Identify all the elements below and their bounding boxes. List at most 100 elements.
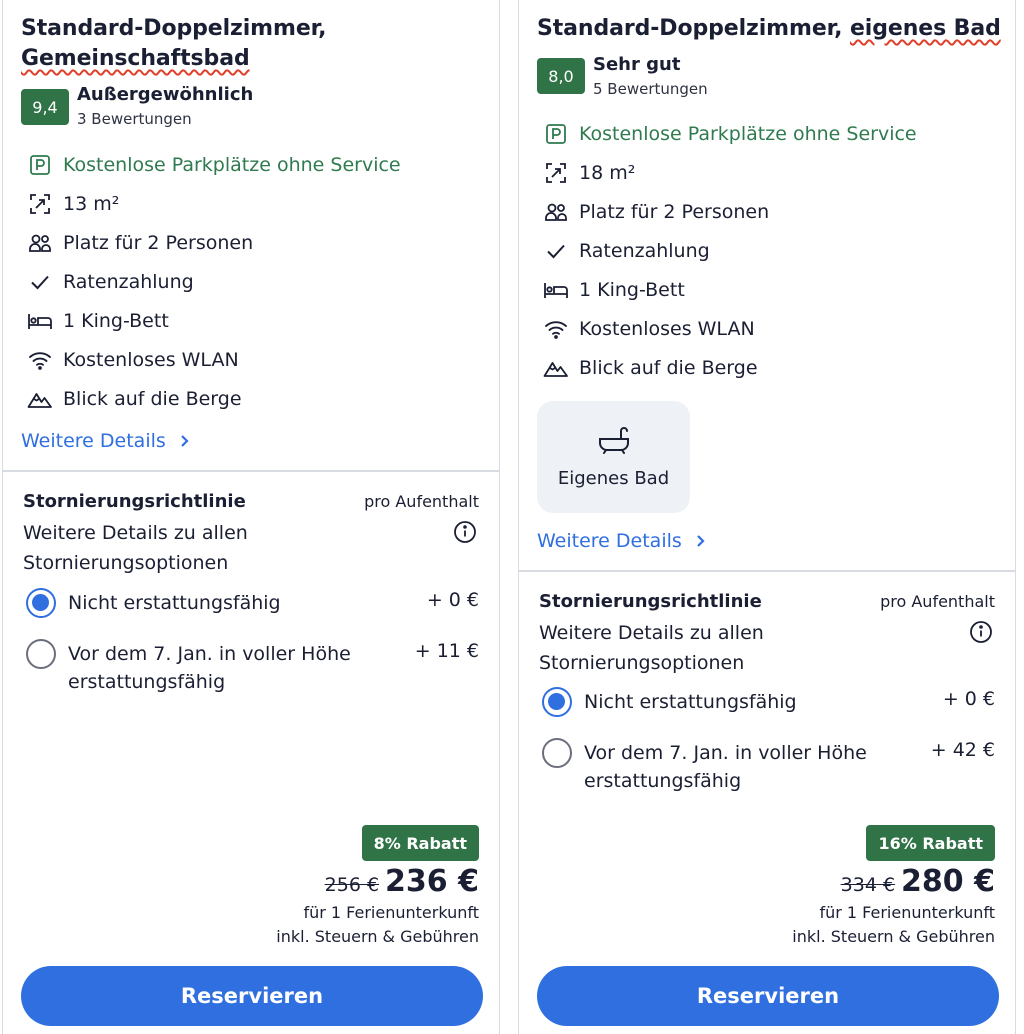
more-details-label: Weitere Details — [537, 530, 682, 552]
feature-label: 18 m² — [579, 162, 636, 184]
check-icon — [27, 269, 53, 295]
people-icon — [543, 199, 569, 225]
chevron-right-icon — [696, 534, 706, 548]
feature-label: Kostenloses WLAN — [63, 349, 239, 371]
feature-label: Platz für 2 Personen — [579, 201, 770, 223]
more-details-label: Weitere Details — [21, 430, 166, 452]
mountain-icon — [543, 355, 569, 381]
room-title-main: Standard-Doppelzimmer, — [21, 16, 327, 41]
feature-capacity: Platz für 2 Personen — [543, 197, 769, 227]
option-label: Vor dem 7. Jan. in voller Höhe erstattun… — [68, 643, 351, 693]
feature-label: Kostenloses WLAN — [579, 318, 755, 340]
feature-view: Blick auf die Berge — [27, 384, 242, 414]
feature-payment: Ratenzahlung — [27, 267, 194, 297]
rating-label: Sehr gut — [593, 54, 681, 75]
radio-refundable[interactable] — [26, 639, 56, 669]
rating-badge: 9,4 — [21, 89, 69, 125]
review-count: 3 Bewertungen — [77, 110, 192, 128]
room-title: Standard-Doppelzimmer, Gemeinschaftsbad — [21, 14, 491, 74]
feature-label: Ratenzahlung — [579, 240, 710, 262]
expand-size-icon — [543, 160, 569, 186]
policy-per-stay: pro Aufenthalt — [880, 592, 995, 611]
feature-label: Blick auf die Berge — [579, 357, 758, 379]
feature-label: Platz für 2 Personen — [63, 232, 254, 254]
feature-size: 13 m² — [27, 189, 119, 219]
more-details-link[interactable]: Weitere Details — [21, 430, 190, 452]
feature-bed: 1 King-Bett — [27, 306, 169, 336]
policy-title: Stornierungsrichtlinie — [539, 591, 762, 612]
feature-view: Blick auf die Berge — [543, 353, 758, 383]
price-note-taxes: inkl. Steuern & Gebühren — [276, 927, 479, 946]
parking-icon — [27, 152, 53, 178]
feature-label: Blick auf die Berge — [63, 388, 242, 410]
feature-label: 1 King-Bett — [63, 310, 169, 332]
original-price: 256 € — [324, 874, 380, 896]
feature-label: Kostenlose Parkplätze ohne Service — [63, 154, 401, 176]
policy-title: Stornierungsrichtlinie — [23, 491, 246, 512]
current-price: 236 € — [385, 864, 479, 899]
feature-bed: 1 King-Bett — [543, 275, 685, 305]
mountain-icon — [27, 386, 53, 412]
room-title-bath: Gemeinschaftsbad — [21, 46, 250, 71]
room-card: Standard-Doppelzimmer, Gemeinschaftsbad … — [2, 0, 500, 1034]
feature-payment: Ratenzahlung — [543, 236, 710, 266]
reserve-button[interactable]: Reservieren — [537, 966, 999, 1026]
option-label: Nicht erstattungsfähig — [584, 691, 797, 713]
highlight-private-bath: Eigenes Bad — [537, 401, 690, 513]
rating-badge: 8,0 — [537, 58, 585, 94]
reserve-button[interactable]: Reservieren — [21, 966, 483, 1026]
price-note-unit: für 1 Ferienunterkunft — [819, 903, 995, 922]
wifi-icon — [543, 316, 569, 342]
feature-label: Kostenlose Parkplätze ohne Service — [579, 123, 917, 145]
feature-label: 1 King-Bett — [579, 279, 685, 301]
discount-badge: 8% Rabatt — [361, 825, 479, 861]
policy-per-stay: pro Aufenthalt — [364, 492, 479, 511]
rating-label: Außergewöhnlich — [77, 84, 254, 105]
price: 334 € 280 € — [841, 864, 995, 899]
policy-description-link[interactable]: Weitere Details zu allen Stornierungsopt… — [23, 518, 353, 578]
option-label: Vor dem 7. Jan. in voller Höhe erstattun… — [584, 742, 867, 792]
more-details-link[interactable]: Weitere Details — [537, 530, 706, 552]
divider — [519, 570, 1015, 572]
wifi-icon — [27, 347, 53, 373]
divider — [3, 470, 499, 472]
price-note-unit: für 1 Ferienunterkunft — [303, 903, 479, 922]
current-price: 280 € — [901, 864, 995, 899]
feature-parking: Kostenlose Parkplätze ohne Service — [27, 150, 401, 180]
room-title-main: Standard-Doppelzimmer, — [537, 16, 850, 41]
radio-refundable[interactable] — [542, 738, 572, 768]
chevron-right-icon — [180, 434, 190, 448]
feature-wifi: Kostenloses WLAN — [543, 314, 755, 344]
feature-label: 13 m² — [63, 193, 120, 215]
bathtub-icon — [598, 426, 629, 454]
bed-icon — [27, 308, 53, 334]
radio-non-refundable[interactable] — [26, 588, 56, 618]
highlight-label: Eigenes Bad — [557, 467, 670, 489]
check-icon — [543, 238, 569, 264]
feature-wifi: Kostenloses WLAN — [27, 345, 239, 375]
option-label: Nicht erstattungsfähig — [68, 592, 281, 614]
feature-size: 18 m² — [543, 158, 635, 188]
option-price: + 0 € — [942, 688, 995, 710]
parking-icon — [543, 121, 569, 147]
feature-capacity: Platz für 2 Personen — [27, 228, 253, 258]
original-price: 334 € — [840, 874, 896, 896]
discount-badge: 16% Rabatt — [866, 825, 995, 861]
option-price: + 11 € — [414, 640, 479, 662]
option-price: + 42 € — [930, 739, 995, 761]
feature-parking: Kostenlose Parkplätze ohne Service — [543, 119, 917, 149]
room-title: Standard-Doppelzimmer, eigenes Bad — [537, 14, 1007, 44]
feature-label: Ratenzahlung — [63, 271, 194, 293]
review-count: 5 Bewertungen — [593, 80, 708, 98]
bed-icon — [543, 277, 569, 303]
expand-size-icon — [27, 191, 53, 217]
room-card: Standard-Doppelzimmer, eigenes Bad 8,0 S… — [518, 0, 1016, 1034]
option-price: + 0 € — [426, 589, 479, 611]
radio-non-refundable[interactable] — [542, 687, 572, 717]
people-icon — [27, 230, 53, 256]
price: 256 € 236 € — [325, 864, 479, 899]
price-note-taxes: inkl. Steuern & Gebühren — [792, 927, 995, 946]
policy-description-link[interactable]: Weitere Details zu allen Stornierungsopt… — [539, 618, 869, 678]
info-icon[interactable] — [453, 520, 477, 548]
info-icon[interactable] — [969, 620, 993, 648]
